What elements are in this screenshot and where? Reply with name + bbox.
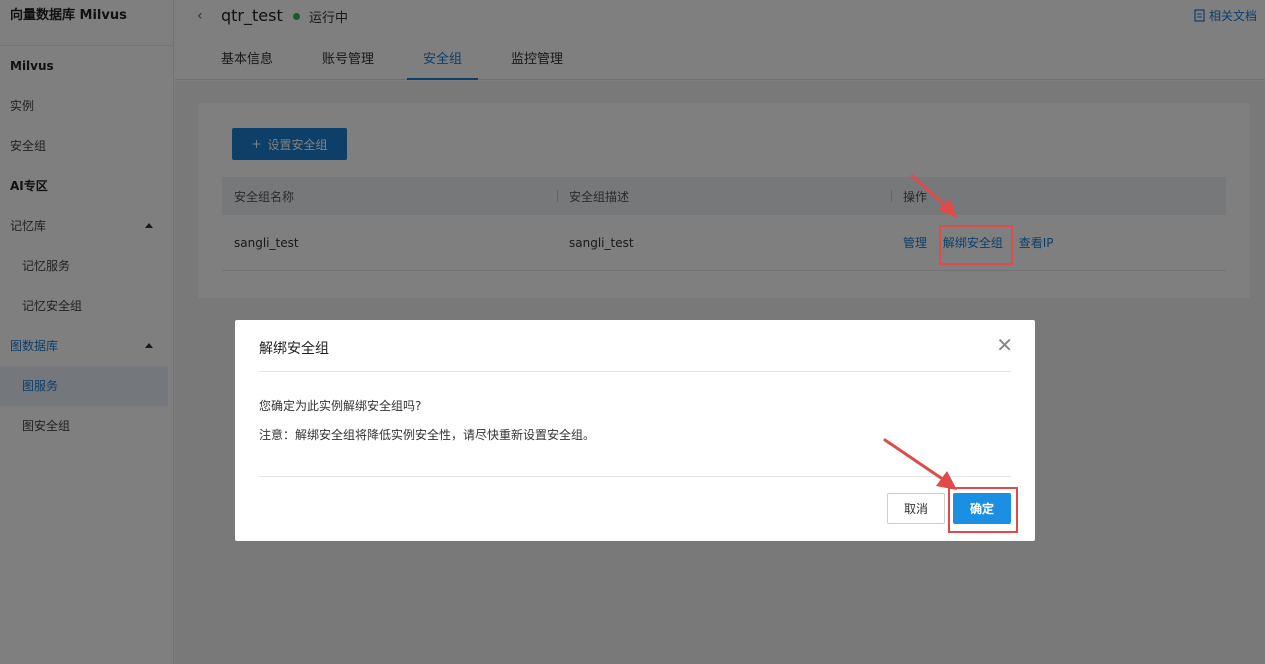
highlight-box-unbind [939, 225, 1013, 265]
cancel-button[interactable]: 取消 [887, 493, 945, 524]
divider [259, 476, 1011, 477]
dialog-title: 解绑安全组 [259, 341, 329, 357]
dialog-message: 您确定为此实例解绑安全组吗? [259, 399, 422, 413]
unbind-dialog: 解绑安全组 ✕ 您确定为此实例解绑安全组吗? 注意：解绑安全组将降低实例安全性，… [235, 320, 1035, 541]
divider [259, 371, 1011, 372]
dialog-note: 注意：解绑安全组将降低实例安全性，请尽快重新设置安全组。 [259, 428, 596, 442]
highlight-box-confirm [948, 487, 1018, 533]
close-icon[interactable]: ✕ [996, 335, 1013, 355]
